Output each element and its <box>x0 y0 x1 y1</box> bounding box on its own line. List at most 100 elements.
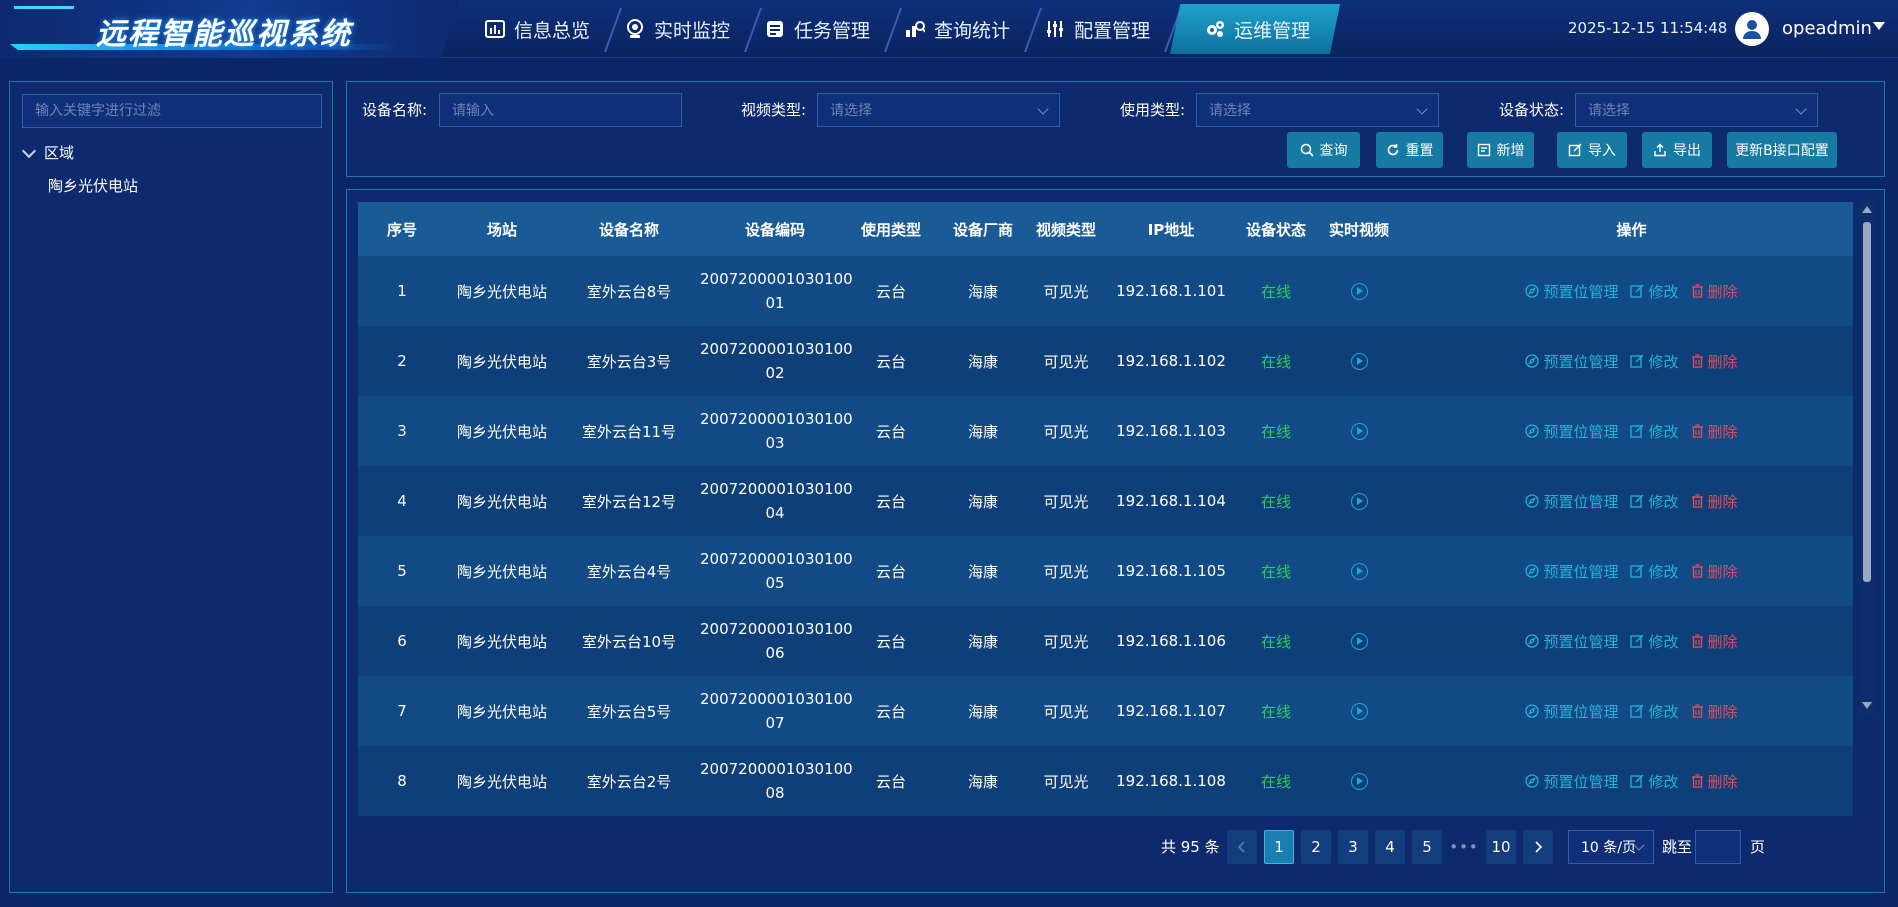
edit-label: 修改 <box>1648 492 1679 511</box>
device-status-label: 设备状态: <box>1499 101 1565 119</box>
cell-device-name: 室外云台5号 <box>586 702 672 721</box>
nav-item-ops[interactable]: 运维管理 <box>1170 4 1341 54</box>
cell-use-type: 云台 <box>875 282 906 301</box>
cell-live-video <box>1308 606 1410 676</box>
edit-icon <box>1630 354 1644 368</box>
pagination-prev-button[interactable] <box>1227 830 1257 864</box>
tree-filter-input[interactable] <box>22 94 322 128</box>
nav-item-config[interactable]: 配置管理 <box>1030 4 1168 54</box>
cell-use-type: 云台 <box>875 702 906 721</box>
preset-manage-link[interactable]: 预置位管理 <box>1525 701 1618 722</box>
cell-video-type: 可见光 <box>1043 282 1089 301</box>
nav-item-overview[interactable]: 信息总览 <box>470 4 608 54</box>
video-type-select[interactable]: 请选择 <box>817 93 1060 127</box>
goto-page-input[interactable] <box>1695 830 1741 864</box>
page-size-select[interactable]: 10 条/页 <box>1568 830 1654 864</box>
code-line: 2007200001030100 <box>700 760 853 778</box>
pagination-page[interactable]: 4 <box>1375 830 1405 864</box>
edit-link[interactable]: 修改 <box>1630 631 1679 652</box>
cell-station: 陶乡光伏电站 <box>456 282 547 301</box>
pagination-page[interactable]: 10 <box>1486 830 1516 864</box>
delete-link[interactable]: 删除 <box>1691 491 1738 512</box>
nav-item-monitor[interactable]: 实时监控 <box>610 4 748 54</box>
device-status-select[interactable]: 请选择 <box>1575 93 1818 127</box>
tree-node-station[interactable]: 陶乡光伏电站 <box>48 175 138 196</box>
cell-ip: 192.168.1.106 <box>1116 632 1226 650</box>
cell-ops: 预置位管理 修改 删除 <box>1410 396 1853 466</box>
play-circle-icon[interactable] <box>1350 353 1368 370</box>
preset-manage-link[interactable]: 预置位管理 <box>1525 631 1618 652</box>
cell-use-type: 云台 <box>875 352 906 371</box>
preset-manage-label: 预置位管理 <box>1543 352 1619 371</box>
edit-link[interactable]: 修改 <box>1630 771 1679 792</box>
delete-link[interactable]: 删除 <box>1691 421 1738 442</box>
cell-ip: 192.168.1.108 <box>1116 772 1226 790</box>
edit-icon <box>1630 284 1644 298</box>
play-circle-icon[interactable] <box>1350 493 1368 510</box>
play-circle-icon[interactable] <box>1350 563 1368 580</box>
play-circle-icon[interactable] <box>1350 423 1368 440</box>
edit-link[interactable]: 修改 <box>1630 421 1679 442</box>
reset-button[interactable]: 重置 <box>1376 132 1443 168</box>
edit-link[interactable]: 修改 <box>1630 351 1679 372</box>
play-circle-icon[interactable] <box>1350 703 1368 720</box>
device-name-input[interactable]: 请输入 <box>439 93 682 127</box>
table-scrollbar[interactable] <box>1859 202 1875 714</box>
preset-manage-link[interactable]: 预置位管理 <box>1525 771 1618 792</box>
delete-link[interactable]: 删除 <box>1691 351 1738 372</box>
col-header: 设备编码 <box>744 220 805 239</box>
nav-item-tasks[interactable]: 任务管理 <box>750 4 888 54</box>
play-circle-icon[interactable] <box>1350 283 1368 300</box>
import-button[interactable]: 导入 <box>1557 132 1627 168</box>
cell-no: 2 <box>397 352 407 370</box>
play-circle-icon[interactable] <box>1350 773 1368 790</box>
code-line: 03 <box>765 434 785 452</box>
scroll-down-icon[interactable] <box>1862 702 1872 709</box>
username[interactable]: opeadmin <box>1782 18 1872 39</box>
code-line: 05 <box>765 574 785 592</box>
edit-link[interactable]: 修改 <box>1630 491 1679 512</box>
user-menu-caret-icon[interactable] <box>1873 22 1885 30</box>
export-button[interactable]: 导出 <box>1642 132 1712 168</box>
table-row: 8 陶乡光伏电站 室外云台2号 2007200001030100 08 云台 海康 可见光 19… <box>358 746 1853 816</box>
preset-manage-link[interactable]: 预置位管理 <box>1525 491 1618 512</box>
edit-link[interactable]: 修改 <box>1630 281 1679 302</box>
delete-link[interactable]: 删除 <box>1691 561 1738 582</box>
scroll-thumb[interactable] <box>1863 222 1871 582</box>
delete-link[interactable]: 删除 <box>1691 281 1738 302</box>
delete-link[interactable]: 删除 <box>1691 771 1738 792</box>
table-row: 6 陶乡光伏电站 室外云台10号 2007200001030100 06 云台 海康 可见光 1… <box>358 606 1853 676</box>
delete-link[interactable]: 删除 <box>1691 701 1738 722</box>
preset-manage-link[interactable]: 预置位管理 <box>1525 281 1618 302</box>
cell-ops: 预置位管理 修改 删除 <box>1410 326 1853 396</box>
cell-station: 陶乡光伏电站 <box>456 702 547 721</box>
edit-link[interactable]: 修改 <box>1630 561 1679 582</box>
chevron-down-icon <box>1416 103 1428 115</box>
cell-use-type: 云台 <box>875 492 906 511</box>
compass-icon <box>1525 494 1540 508</box>
pagination-next-button[interactable] <box>1523 830 1553 864</box>
nav-item-stats[interactable]: 查询统计 <box>890 4 1028 54</box>
query-button[interactable]: 查询 <box>1287 132 1360 168</box>
edit-link[interactable]: 修改 <box>1630 701 1679 722</box>
cell-ip: 192.168.1.105 <box>1116 562 1226 580</box>
pagination-page[interactable]: 1 <box>1264 830 1294 864</box>
nav-item-label: 信息总览 <box>514 19 591 42</box>
preset-manage-link[interactable]: 预置位管理 <box>1525 561 1618 582</box>
preset-manage-link[interactable]: 预置位管理 <box>1525 351 1618 372</box>
play-circle-icon[interactable] <box>1350 633 1368 650</box>
scroll-up-icon[interactable] <box>1862 206 1872 213</box>
update-b-config-button[interactable]: 更新B接口配置 <box>1727 132 1837 168</box>
cell-live-video <box>1308 466 1410 536</box>
pagination-page[interactable]: 3 <box>1338 830 1368 864</box>
code-line: 02 <box>765 364 785 382</box>
preset-manage-link[interactable]: 预置位管理 <box>1525 421 1618 442</box>
tree-node-root[interactable]: 区域 <box>20 142 74 163</box>
pagination-page[interactable]: 5 <box>1412 830 1442 864</box>
add-button[interactable]: 新增 <box>1467 132 1534 168</box>
pagination-ellipsis[interactable]: ••• <box>1449 830 1479 864</box>
delete-link[interactable]: 删除 <box>1691 631 1738 652</box>
avatar[interactable] <box>1735 12 1769 46</box>
pagination-page[interactable]: 2 <box>1301 830 1331 864</box>
use-type-select[interactable]: 请选择 <box>1196 93 1439 127</box>
